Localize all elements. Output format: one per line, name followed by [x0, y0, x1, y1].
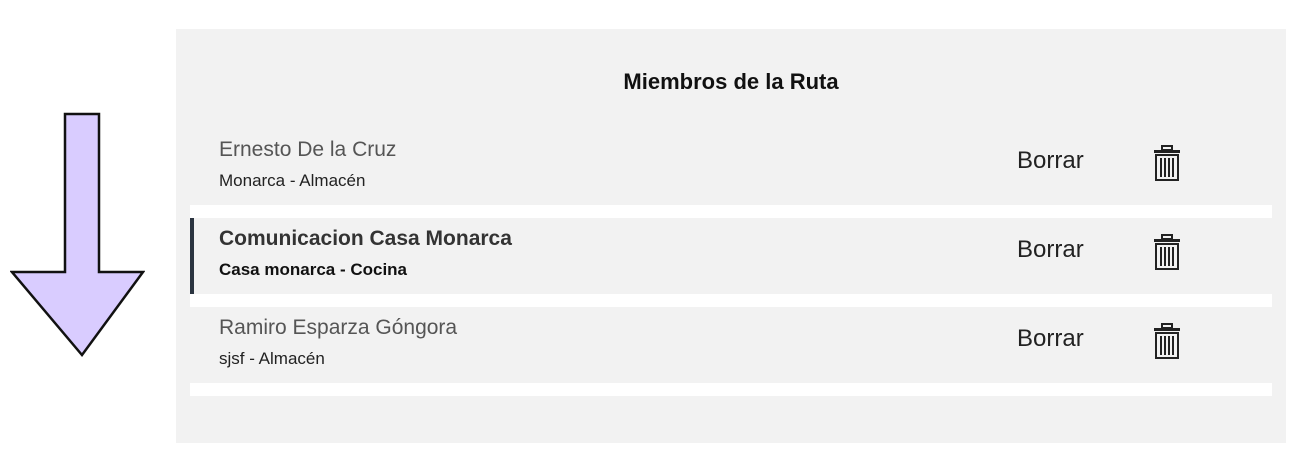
trash-icon[interactable] — [1153, 145, 1181, 181]
delete-button[interactable]: Borrar — [1017, 147, 1084, 175]
member-name: Ramiro Esparza Góngora — [219, 316, 458, 339]
panel-title: Miembros de la Ruta — [623, 69, 839, 94]
member-name: Ernesto De la Cruz — [219, 138, 397, 161]
members-list: Ernesto De la Cruz Monarca - Almacén Bor… — [190, 129, 1272, 396]
member-row[interactable]: Ernesto De la Cruz Monarca - Almacén Bor… — [190, 129, 1272, 205]
member-detail: sjsf - Almacén — [219, 349, 325, 368]
delete-button[interactable]: Borrar — [1017, 325, 1084, 353]
member-row[interactable]: Comunicacion Casa Monarca Casa monarca -… — [190, 218, 1272, 294]
row-separator — [190, 205, 1272, 218]
route-members-panel: Miembros de la Ruta Ernesto De la Cruz M… — [176, 29, 1286, 443]
row-separator — [190, 383, 1272, 396]
trash-icon[interactable] — [1153, 323, 1181, 359]
selection-indicator — [190, 218, 194, 294]
down-arrow-icon — [10, 112, 145, 358]
member-name: Comunicacion Casa Monarca — [219, 227, 512, 250]
trash-icon[interactable] — [1153, 234, 1181, 270]
screen: Miembros de la Ruta Ernesto De la Cruz M… — [0, 0, 1304, 462]
member-detail: Casa monarca - Cocina — [219, 260, 408, 279]
member-detail: Monarca - Almacén — [219, 171, 366, 190]
delete-button[interactable]: Borrar — [1017, 236, 1084, 264]
member-row[interactable]: Ramiro Esparza Góngora sjsf - Almacén Bo… — [190, 307, 1272, 383]
row-separator — [190, 294, 1272, 307]
